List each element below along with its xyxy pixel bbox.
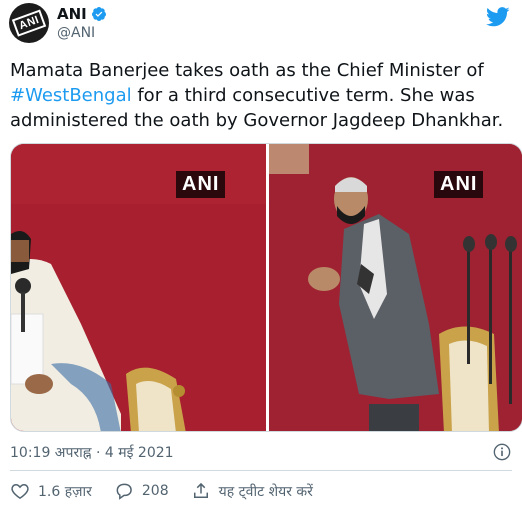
reply-button[interactable]: 208 [114,481,169,501]
tweet-text: Mamata Banerjee takes oath as the Chief … [10,58,515,133]
avatar-logo: ANI [11,9,47,37]
tweet-timestamp[interactable]: 10:19 अपराह्न · 4 मई 2021 [10,443,174,462]
ani-watermark: ANI [434,171,484,198]
photo-left-scene [11,144,266,431]
like-button[interactable]: 1.6 हज़ार [10,481,92,501]
photo-left[interactable]: ANI [11,144,266,431]
heart-icon [11,483,29,499]
info-icon[interactable] [493,443,511,461]
avatar[interactable]: ANI [9,3,49,43]
action-bar: 1.6 हज़ार 208 यह ट्वीट शेयर करें [10,481,335,501]
reply-count: 208 [141,483,169,499]
author-handle[interactable]: @ANI [57,25,95,41]
author-name-row[interactable]: ANI [57,5,107,23]
tweet-text-part: Mamata Banerjee takes oath as the Chief … [10,60,484,81]
media-grid: ANI ANI [10,143,522,432]
author-name[interactable]: ANI [57,5,87,23]
share-button[interactable]: यह ट्वीट शेयर करें [191,481,313,501]
verified-badge-icon [91,7,106,21]
twitter-bird-icon[interactable] [486,7,510,27]
ani-watermark: ANI [176,171,226,198]
photo-right-scene [269,144,522,431]
hashtag-link[interactable]: #WestBengal [10,85,132,106]
divider [10,470,512,471]
reply-icon [116,483,132,500]
photo-right[interactable]: ANI [269,144,522,431]
share-label: यह ट्वीट शेयर करें [218,483,313,500]
like-count: 1.6 हज़ार [38,483,92,500]
share-icon [193,482,208,498]
